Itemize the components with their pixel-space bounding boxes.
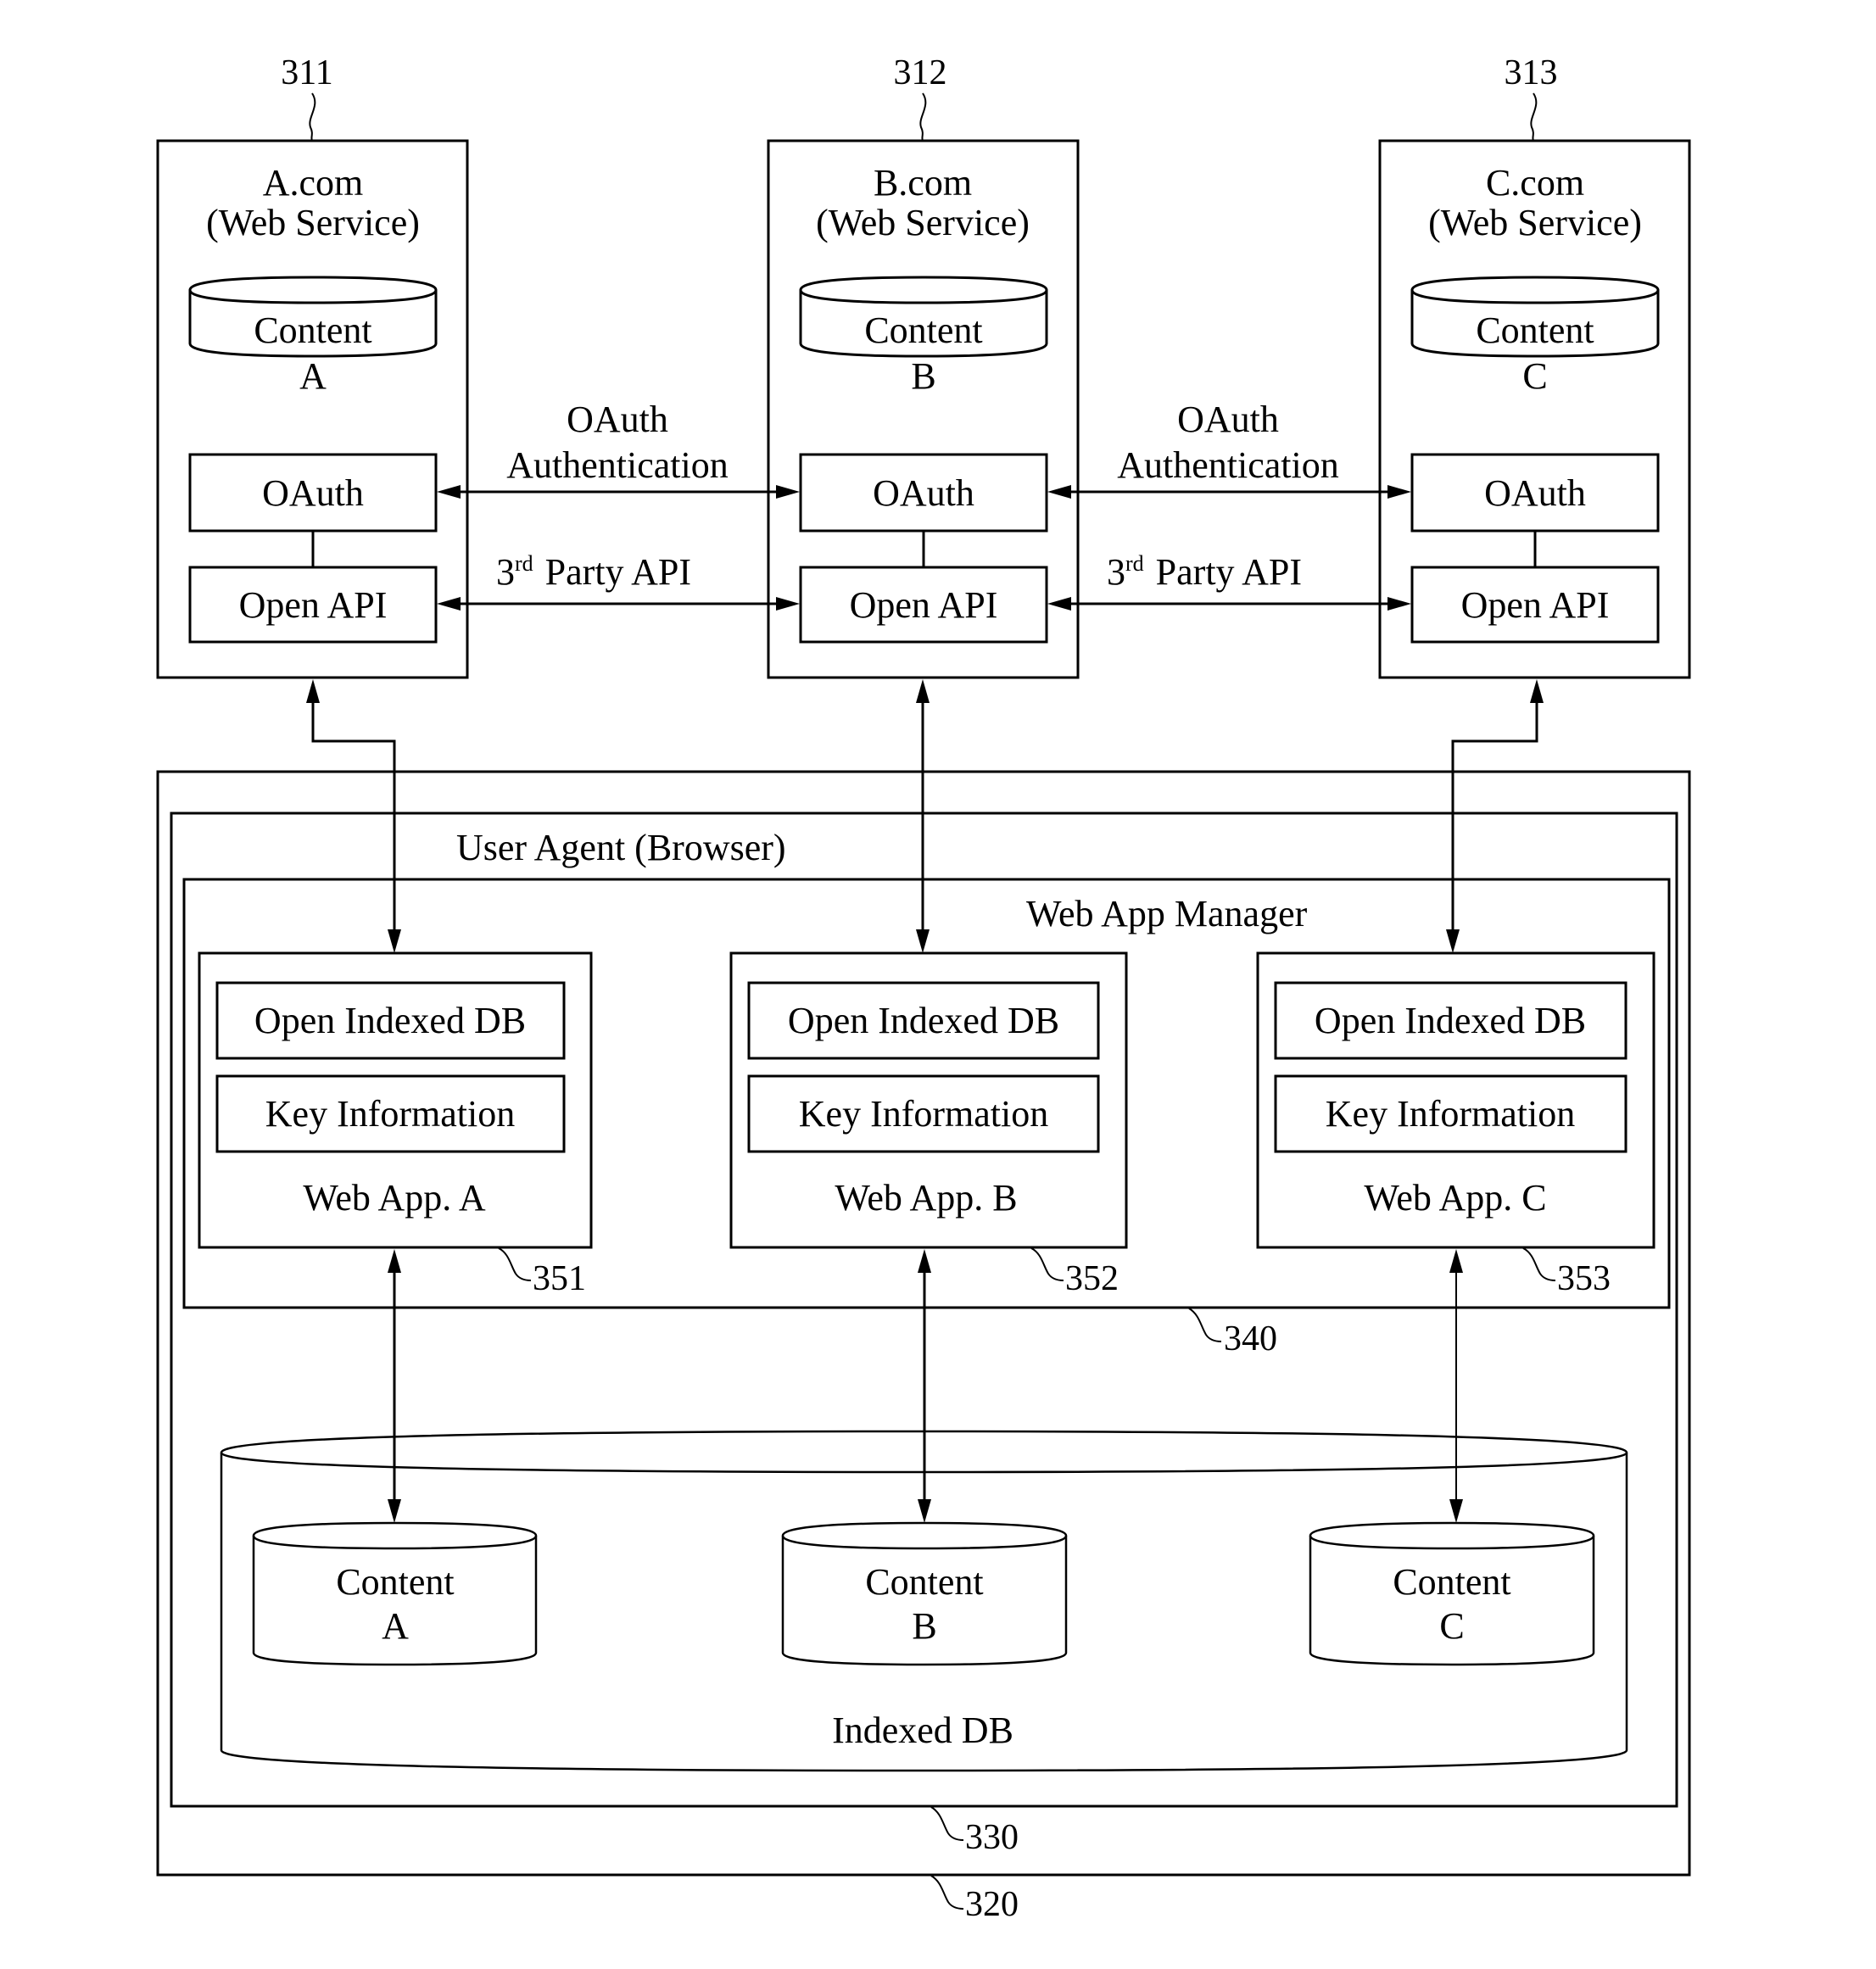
content-store-letter: B [912, 1605, 936, 1647]
key-information-label: Key Information [265, 1093, 515, 1135]
architecture-diagram: 311 A.com (Web Service) Content A OAuth … [156, 53, 1691, 1924]
oauth-label: OAuth [873, 472, 974, 514]
open-api-label: Open API [850, 584, 998, 626]
arrow-path [1451, 702, 1538, 931]
oauth-connection-label: OAuth [567, 399, 668, 440]
key-information-label: Key Information [799, 1093, 1048, 1135]
content-store-letter: A [382, 1605, 409, 1647]
web-app-name: Web App. C [1364, 1177, 1546, 1219]
arrow-service-a-to-web-app-a [306, 679, 401, 953]
service-name: A.com [263, 162, 364, 204]
web-app-name: Web App. A [303, 1177, 485, 1219]
open-indexed-db-label: Open Indexed DB [254, 1000, 526, 1041]
leader-line [498, 1247, 532, 1281]
oauth-connection-label: OAuth [1177, 399, 1279, 440]
service-subtitle: (Web Service) [206, 202, 420, 243]
arrowhead-up-icon [388, 1249, 401, 1273]
api-superscript: rd [1125, 551, 1144, 576]
service-name: C.com [1486, 162, 1584, 204]
arrowhead-up-icon [916, 679, 930, 703]
leader-line [309, 92, 316, 142]
content-store-letter: C [1439, 1605, 1464, 1647]
service-name: B.com [874, 162, 972, 204]
ref-label-320: 320 [965, 1885, 1019, 1924]
oauth-label: OAuth [1484, 472, 1586, 514]
arrowhead-up-icon [1449, 1249, 1463, 1273]
leader-line [919, 92, 927, 142]
content-label: Content [254, 310, 371, 351]
content-store-label: Content [336, 1561, 454, 1603]
api-number: 3 [1107, 551, 1125, 593]
ref-label-351: 351 [533, 1259, 586, 1298]
arrow-path [311, 702, 396, 931]
open-indexed-db-label: Open Indexed DB [1315, 1000, 1586, 1041]
content-label: Content [864, 310, 982, 351]
arrowhead-up-icon [1530, 679, 1544, 703]
content-store-a: Content A [252, 1521, 538, 1666]
content-label: Content [1476, 310, 1594, 351]
arrowhead-down-icon [1446, 929, 1460, 953]
leader-line [930, 1875, 964, 1910]
api-text: Party API [545, 551, 691, 593]
ref-label-312: 312 [894, 53, 947, 92]
ref-label-352: 352 [1065, 1259, 1119, 1298]
connection-b-c: OAuth Authentication 3rd Party API [1047, 399, 1411, 611]
content-store-label: Content [865, 1561, 983, 1603]
open-indexed-db-label: Open Indexed DB [788, 1000, 1059, 1041]
ref-label-313: 313 [1505, 53, 1558, 92]
arrow-service-c-to-web-app-c [1446, 679, 1544, 953]
ref-label-330: 330 [965, 1818, 1019, 1857]
third-party-api-label: 3rd Party API [496, 551, 691, 593]
web-service-c: 313 C.com (Web Service) Content C OAuth … [1378, 53, 1691, 679]
leader-line [1188, 1308, 1222, 1342]
key-information-label: Key Information [1326, 1093, 1575, 1135]
ref-label-340: 340 [1224, 1319, 1277, 1358]
oauth-label: OAuth [262, 472, 364, 514]
content-label-letter: C [1522, 355, 1547, 397]
connection-a-b: OAuth Authentication 3rd Party API [437, 399, 800, 611]
arrowhead-down-icon [388, 929, 401, 953]
api-text: Party API [1156, 551, 1302, 593]
arrow-service-b-to-web-app-b [916, 679, 930, 953]
open-api-label: Open API [1461, 584, 1610, 626]
content-store-label: Content [1393, 1561, 1510, 1603]
content-store-c: Content C [1309, 1521, 1595, 1666]
leader-line [1030, 1247, 1064, 1281]
arrowhead-up-icon [918, 1249, 931, 1273]
service-subtitle: (Web Service) [1428, 202, 1642, 243]
web-app-name: Web App. B [835, 1177, 1017, 1219]
web-app-b: Open Indexed DB Key Information Web App.… [729, 951, 1128, 1298]
oauth-connection-label-2: Authentication [1117, 444, 1339, 486]
user-agent-label: User Agent (Browser) [456, 827, 786, 868]
leader-line [1522, 1247, 1556, 1281]
leader-line [930, 1806, 964, 1841]
content-label-letter: A [299, 355, 327, 397]
web-service-a: 311 A.com (Web Service) Content A OAuth … [156, 53, 469, 679]
indexed-db-label: Indexed DB [832, 1710, 1013, 1751]
arrowhead-down-icon [916, 929, 930, 953]
api-superscript: rd [515, 551, 533, 576]
web-app-manager-label: Web App Manager [1026, 893, 1308, 934]
service-subtitle: (Web Service) [816, 202, 1030, 243]
web-app-a: Open Indexed DB Key Information Web App.… [198, 951, 593, 1298]
content-store-b: Content B [781, 1521, 1068, 1666]
content-label-letter: B [911, 355, 935, 397]
leader-line [1530, 92, 1538, 142]
web-app-c: Open Indexed DB Key Information Web App.… [1256, 951, 1655, 1298]
oauth-connection-label-2: Authentication [506, 444, 729, 486]
api-number: 3 [496, 551, 515, 593]
open-api-label: Open API [239, 584, 388, 626]
arrowhead-up-icon [306, 679, 320, 703]
third-party-api-label: 3rd Party API [1107, 551, 1302, 593]
web-service-b: 312 B.com (Web Service) Content B OAuth … [767, 53, 1080, 679]
ref-label-353: 353 [1557, 1259, 1611, 1298]
ref-label-311: 311 [281, 53, 332, 92]
